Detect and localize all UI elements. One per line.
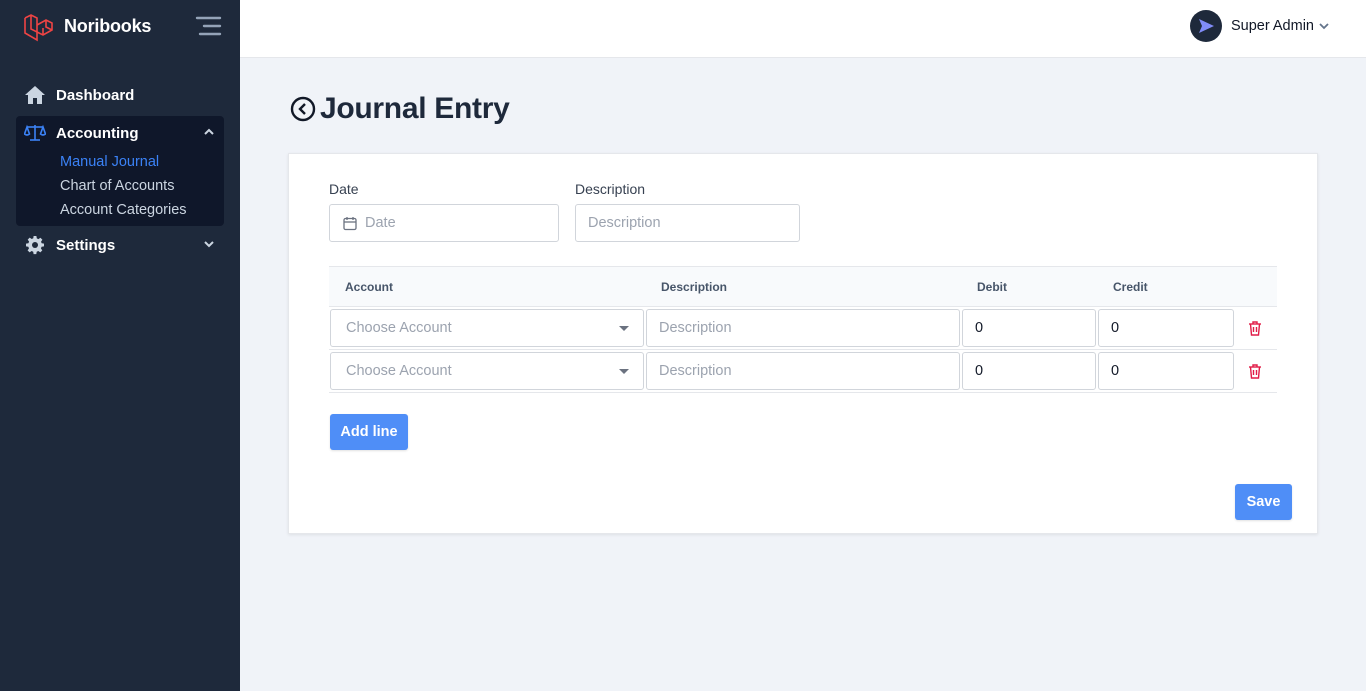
- sidebar-item-label: Accounting: [56, 124, 139, 142]
- sidebar-item-label: Dashboard: [56, 86, 135, 104]
- account-select[interactable]: Choose Account: [330, 309, 644, 347]
- save-button[interactable]: Save: [1235, 484, 1292, 520]
- table-row: Choose Account: [329, 307, 1277, 350]
- chevron-up-icon: [204, 128, 214, 135]
- table-row: Choose Account: [329, 350, 1277, 393]
- column-header-account: Account: [345, 280, 393, 294]
- send-icon: [1198, 19, 1214, 33]
- accounting-submenu: Manual Journal Chart of Accounts Account…: [16, 150, 224, 222]
- debit-input[interactable]: [962, 352, 1096, 390]
- topbar: Super Admin: [240, 0, 1366, 58]
- sidebar-item-chart-of-accounts[interactable]: Chart of Accounts: [60, 174, 224, 198]
- page-header: Journal Entry: [290, 92, 510, 126]
- page-title: Journal Entry: [320, 92, 510, 125]
- brand[interactable]: Noribooks: [22, 10, 151, 42]
- back-icon[interactable]: [290, 96, 316, 122]
- user-menu[interactable]: Super Admin: [1189, 10, 1330, 42]
- trash-icon[interactable]: [1247, 363, 1263, 379]
- sidebar-nav: Dashboard Accounting Manual Journal Char…: [16, 78, 224, 262]
- description-label: Description: [575, 181, 646, 197]
- debit-input[interactable]: [962, 309, 1096, 347]
- account-select[interactable]: Choose Account: [330, 352, 644, 390]
- sidebar-item-manual-journal[interactable]: Manual Journal: [60, 150, 224, 174]
- date-field[interactable]: [329, 204, 559, 242]
- brand-name: Noribooks: [64, 15, 152, 36]
- sidebar-item-dashboard[interactable]: Dashboard: [16, 78, 224, 112]
- home-icon: [24, 84, 46, 106]
- date-label: Date: [329, 181, 359, 197]
- date-input[interactable]: [365, 215, 545, 231]
- column-header-debit: Debit: [977, 280, 1007, 294]
- add-line-button[interactable]: Add line: [330, 414, 408, 450]
- credit-input[interactable]: [1098, 309, 1234, 347]
- chevron-down-icon: [204, 241, 214, 248]
- logo-icon: [24, 14, 53, 42]
- chevron-down-icon: [1319, 23, 1329, 30]
- account-select-placeholder: Choose Account: [346, 320, 452, 336]
- menu-toggle-icon[interactable]: [194, 14, 222, 38]
- column-header-credit: Credit: [1113, 280, 1148, 294]
- line-description-input[interactable]: [646, 352, 960, 390]
- column-header-description: Description: [661, 280, 728, 294]
- table-header: Account Description Debit Credit: [329, 266, 1277, 307]
- sidebar-item-label: Settings: [56, 236, 116, 254]
- sidebar-item-account-categories[interactable]: Account Categories: [60, 198, 224, 222]
- avatar: [1189, 10, 1222, 42]
- user-name: Super Admin: [1230, 18, 1314, 34]
- trash-icon[interactable]: [1247, 320, 1263, 336]
- sidebar: Noribooks Dashboard Accounting Manual Jo…: [0, 0, 240, 691]
- scale-icon: [24, 122, 46, 144]
- caret-down-icon: [619, 369, 629, 374]
- calendar-icon: [343, 216, 357, 230]
- journal-entry-card: Date Description Account Description Deb…: [288, 153, 1318, 534]
- description-input[interactable]: [575, 204, 800, 242]
- sidebar-item-accounting[interactable]: Accounting: [16, 116, 224, 150]
- account-select-placeholder: Choose Account: [346, 363, 452, 379]
- journal-lines-table: Account Description Debit Credit Choose …: [329, 266, 1277, 393]
- line-description-input[interactable]: [646, 309, 960, 347]
- caret-down-icon: [619, 326, 629, 331]
- sidebar-item-settings[interactable]: Settings: [16, 228, 224, 262]
- accounting-group: Accounting Manual Journal Chart of Accou…: [16, 116, 224, 226]
- gear-icon: [24, 234, 46, 256]
- credit-input[interactable]: [1098, 352, 1234, 390]
